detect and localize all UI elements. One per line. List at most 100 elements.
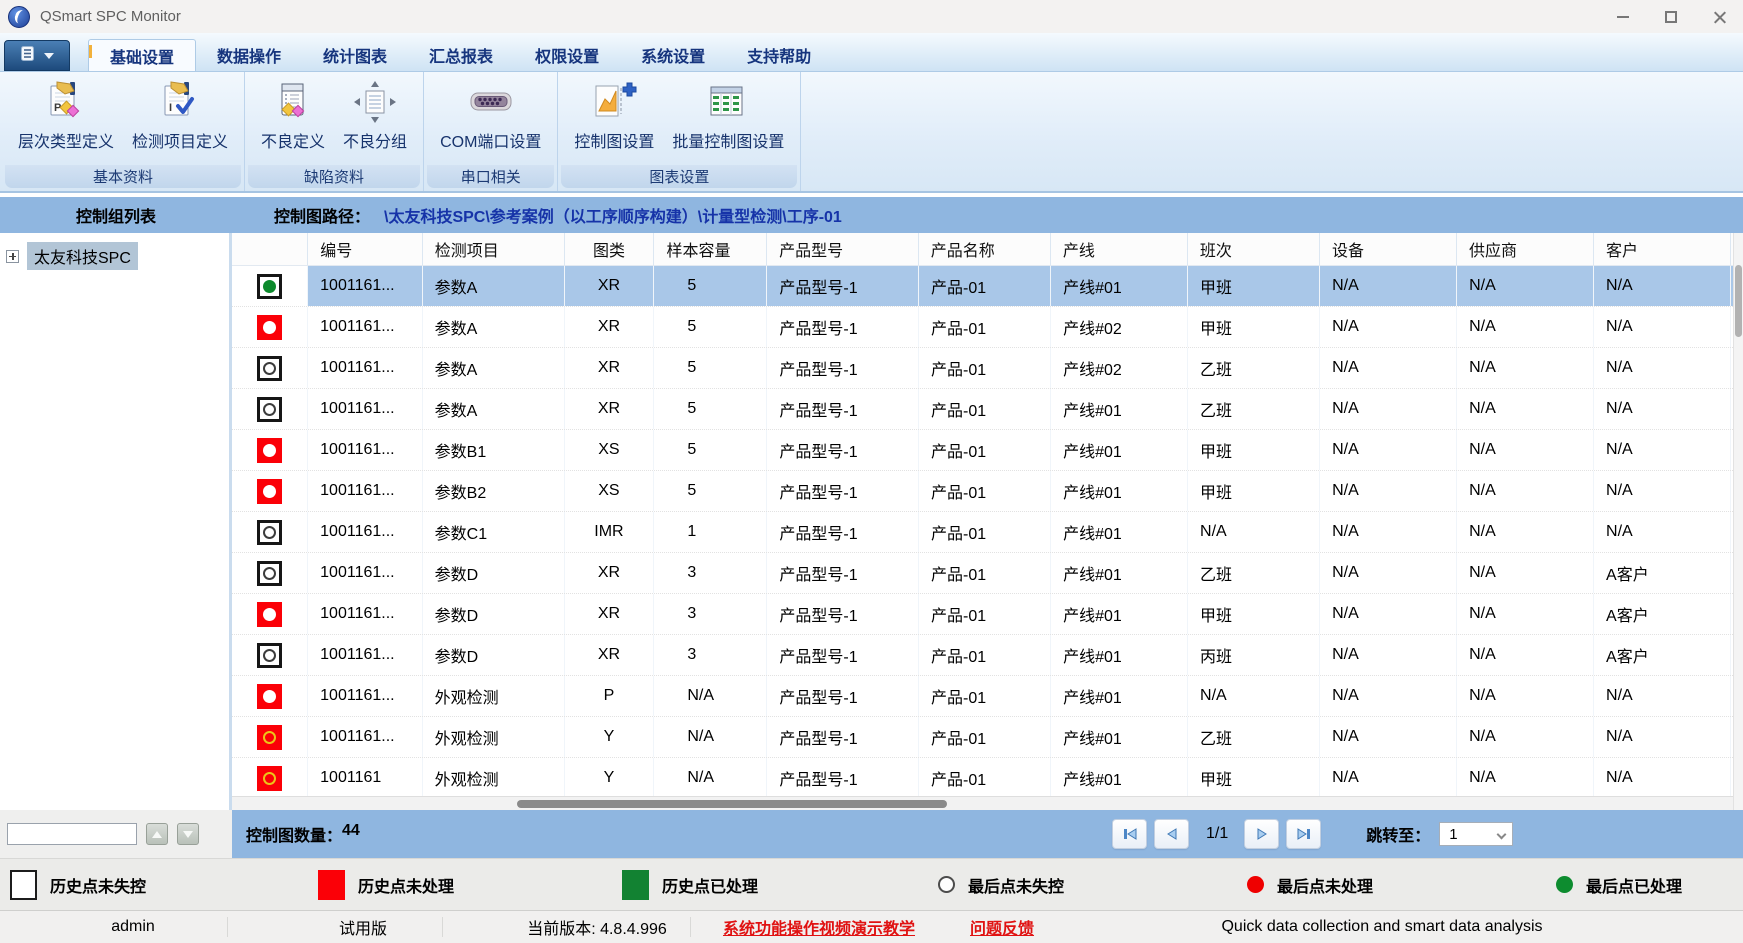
vertical-scrollbar-thumb[interactable]	[1735, 265, 1742, 337]
status-indicator-cell	[232, 389, 309, 429]
legend-circle-swatch	[938, 876, 955, 893]
version-label: 当前版本: 4.8.4.996	[527, 921, 667, 938]
table-row[interactable]: 1001161... 参数D XR 3 产品型号-1 产品-01 产线#01 乙班 N/A N/A…	[232, 553, 1743, 594]
legend-label: 最后点未失控	[968, 878, 1065, 896]
column-header[interactable]: 产线	[1051, 233, 1188, 265]
control-group-list-title: 控制组列表	[75, 209, 156, 226]
table-body: 1001161... 参数A XR 5 产品型号-1 产品-01 产线#01 甲班 N/A N/A…	[232, 266, 1743, 799]
minimize-button[interactable]	[1599, 0, 1647, 33]
table-row[interactable]: 1001161... 参数A XR 5 产品型号-1 产品-01 产线#02 甲班 N/A N/A…	[232, 307, 1743, 348]
table-cell: N/A	[1320, 635, 1458, 675]
tree-item-taiyou-spc[interactable]: 太友科技SPC	[0, 233, 229, 270]
move-up-button[interactable]	[146, 823, 168, 845]
ribbon-tab[interactable]: 支持帮助	[726, 39, 832, 71]
inspection-item-define-icon: I	[157, 79, 203, 125]
table-cell: 产品-01	[919, 471, 1052, 511]
next-page-button[interactable]	[1244, 819, 1280, 849]
table-cell: N/A	[1594, 471, 1731, 511]
column-header[interactable]: 检测项目	[423, 233, 565, 265]
close-button[interactable]	[1695, 0, 1743, 33]
status-indicator-cell	[232, 553, 309, 593]
horizontal-scrollbar[interactable]	[232, 796, 1733, 810]
table-cell: N/A	[1594, 389, 1731, 429]
table-row[interactable]: 1001161... 参数B1 XS 5 产品型号-1 产品-01 产线#01 甲班 N/A N/…	[232, 430, 1743, 471]
ribbon-tab[interactable]: 汇总报表	[408, 39, 514, 71]
inspection-item-define-button[interactable]: I 检测项目定义	[124, 77, 236, 152]
last-page-button[interactable]	[1286, 819, 1322, 849]
table-cell: 参数B2	[423, 471, 565, 511]
chevron-down-icon	[1496, 829, 1507, 840]
column-header[interactable]: 产品名称	[919, 233, 1051, 265]
table-row[interactable]: 1001161... 参数A XR 5 产品型号-1 产品-01 产线#01 甲班 N/A N/A…	[232, 266, 1743, 307]
table-cell: N/A	[1320, 676, 1458, 716]
ribbon-tab[interactable]: 统计图表	[302, 39, 408, 71]
tree-search-input[interactable]	[7, 823, 137, 845]
table-row[interactable]: 1001161... 参数D XR 3 产品型号-1 产品-01 产线#01 丙班 N/A N/A…	[232, 635, 1743, 676]
table-cell: 3	[654, 553, 768, 593]
table-row[interactable]: 1001161... 参数C1 IMR 1 产品型号-1 产品-01 产线#01 N/A N/A…	[232, 512, 1743, 553]
defect-grouping-button[interactable]: 不良分组	[335, 77, 415, 152]
table-cell: N/A	[1320, 717, 1458, 757]
window-title: QSmart SPC Monitor	[40, 8, 181, 25]
ribbon-tab[interactable]: 权限设置	[514, 39, 620, 71]
table-cell: N/A	[1320, 471, 1458, 511]
jump-to-page-select[interactable]: 1	[1439, 822, 1514, 846]
column-header[interactable]: 供应商	[1457, 233, 1594, 265]
table-row[interactable]: 1001161... 外观检测 P N/A 产品型号-1 产品-01 产线#01 N/A N/A…	[232, 676, 1743, 717]
tree-expand-icon[interactable]	[6, 249, 19, 263]
defect-define-button[interactable]: 不良定义	[253, 77, 333, 152]
ribbon-button-label: 层次类型定义	[18, 134, 115, 151]
ribbon-group: 不良定义 不良分组 缺陷资料	[245, 72, 425, 191]
table-cell: 产品型号-1	[767, 430, 920, 470]
tree-item-label[interactable]: 太友科技SPC	[27, 242, 138, 270]
column-header[interactable]: 客户	[1594, 233, 1731, 265]
status-indicator-cell	[232, 717, 309, 757]
first-page-button[interactable]	[1112, 819, 1147, 849]
table-row[interactable]: 1001161 外观检测 Y N/A 产品型号-1 产品-01 产线#01 甲班 N/A N/A N…	[232, 758, 1743, 799]
ribbon-tab[interactable]: 数据操作	[196, 39, 302, 71]
ribbon-tab[interactable]: 基础设置	[88, 39, 197, 71]
app-logo-icon	[8, 5, 30, 28]
point-status-indicator-icon	[257, 396, 283, 422]
ribbon-group-buttons: 不良定义 不良分组	[247, 72, 421, 165]
batch-control-chart-settings-button[interactable]: 批量控制图设置	[664, 77, 792, 152]
column-header[interactable]: 班次	[1188, 233, 1320, 265]
page-indicator: 1/1	[1206, 825, 1229, 842]
previous-page-button[interactable]	[1154, 819, 1189, 849]
com-port-settings-button[interactable]: COM端口设置	[432, 77, 549, 152]
column-header[interactable]: 设备	[1320, 233, 1457, 265]
table-cell: 乙班	[1188, 348, 1321, 388]
control-chart-settings-button[interactable]: 控制图设置	[566, 77, 662, 152]
table-row[interactable]: 1001161... 参数B2 XS 5 产品型号-1 产品-01 产线#01 甲班 N/A N/…	[232, 471, 1743, 512]
app-menu-button[interactable]	[4, 40, 70, 71]
ribbon-tab[interactable]: 系统设置	[620, 39, 726, 71]
table-row[interactable]: 1001161... 参数D XR 3 产品型号-1 产品-01 产线#01 甲班 N/A N/A…	[232, 594, 1743, 635]
table-cell: 产品型号-1	[767, 307, 920, 347]
table-cell: 参数C1	[423, 512, 565, 552]
table-row[interactable]: 1001161... 外观检测 Y N/A 产品型号-1 产品-01 产线#01 乙班 N/A N…	[232, 717, 1743, 758]
table-cell: 参数A	[423, 389, 565, 429]
horizontal-scrollbar-thumb[interactable]	[517, 800, 947, 808]
column-header[interactable]: 样本容量	[654, 233, 768, 265]
vertical-scrollbar[interactable]	[1733, 233, 1743, 810]
hierarchy-type-define-button[interactable]: P 层次类型定义	[10, 77, 122, 152]
table-cell: 产品型号-1	[767, 266, 920, 306]
window-controls	[1599, 0, 1743, 33]
feedback-link[interactable]: 问题反馈	[970, 911, 1034, 943]
ribbon-group-label: 串口相关	[427, 165, 555, 188]
move-down-button[interactable]	[177, 823, 199, 845]
table-cell: XR	[565, 635, 655, 675]
table-cell: Y	[565, 758, 655, 798]
column-header[interactable]: 图类	[565, 233, 655, 265]
maximize-button[interactable]	[1647, 0, 1695, 33]
table-cell: 1001161	[308, 758, 423, 798]
table-cell: N/A	[1320, 553, 1458, 593]
table-cell: N/A	[1320, 348, 1458, 388]
control-group-tree-panel: 太友科技SPC	[0, 233, 232, 810]
table-row[interactable]: 1001161... 参数A XR 5 产品型号-1 产品-01 产线#01 乙班 N/A N/A…	[232, 389, 1743, 430]
column-header[interactable]: 编号	[308, 233, 423, 265]
column-header[interactable]: 产品型号	[767, 233, 919, 265]
column-header-status[interactable]	[232, 233, 309, 265]
video-tutorial-link[interactable]: 系统功能操作视频演示教学	[723, 911, 915, 943]
table-row[interactable]: 1001161... 参数A XR 5 产品型号-1 产品-01 产线#02 乙班 N/A N/A…	[232, 348, 1743, 389]
